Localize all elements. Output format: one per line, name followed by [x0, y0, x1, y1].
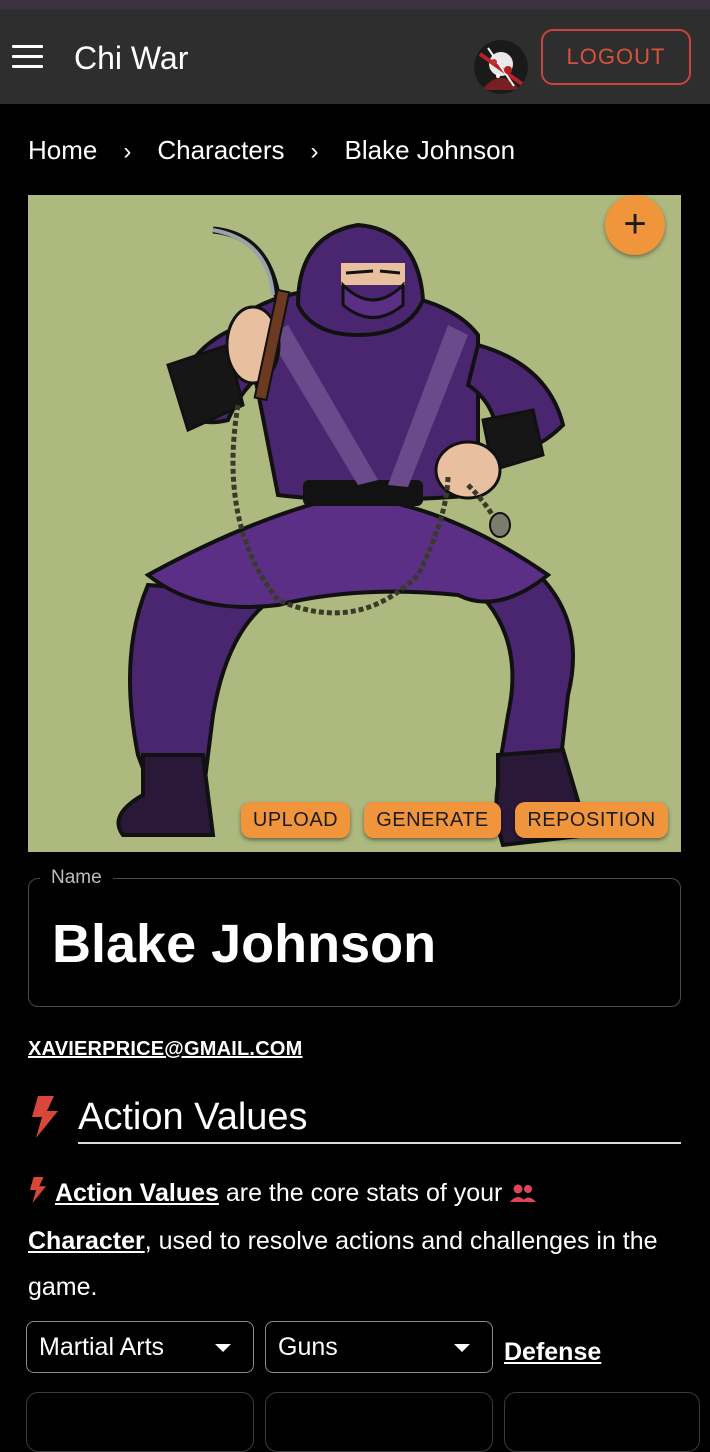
app-title: Chi War: [74, 40, 189, 76]
breadcrumb-characters[interactable]: Characters: [157, 135, 284, 165]
caret-down-icon: [215, 1344, 231, 1352]
action-value-card[interactable]: [265, 1392, 493, 1452]
action-value-card[interactable]: [504, 1392, 700, 1452]
defense-link[interactable]: Defense: [504, 1338, 601, 1367]
character-link[interactable]: Character: [28, 1227, 145, 1255]
description-text-1: are the core stats of your: [218, 1179, 510, 1207]
breadcrumb-current: Blake Johnson: [344, 135, 516, 165]
action-values-description: Action Values are the core stats of your…: [28, 1170, 688, 1310]
logout-button[interactable]: LOGOUT: [541, 29, 691, 85]
menu-icon[interactable]: [12, 45, 44, 69]
upload-button[interactable]: UPLOAD: [241, 802, 350, 838]
ninja-illustration: [116, 222, 591, 848]
caret-down-icon: [454, 1344, 470, 1352]
generate-button[interactable]: GENERATE: [364, 802, 501, 838]
top-strip: [0, 0, 710, 10]
app-bar: Chi War LOGOUT: [0, 10, 710, 104]
bolt-icon: [28, 1172, 48, 1218]
chevron-right-icon: ›: [123, 138, 132, 165]
secondary-attack-select[interactable]: Guns: [265, 1321, 493, 1373]
name-field-label: Name: [40, 866, 113, 890]
action-value-card[interactable]: [26, 1392, 254, 1452]
character-image: [28, 195, 681, 852]
breadcrumb: Home › Characters › Blake Johnson: [28, 132, 515, 168]
user-avatar[interactable]: [474, 40, 528, 94]
primary-attack-select[interactable]: Martial Arts: [26, 1321, 254, 1373]
secondary-attack-value: Guns: [278, 1333, 338, 1361]
section-title-action-values: Action Values: [78, 1094, 681, 1144]
primary-attack-value: Martial Arts: [39, 1333, 165, 1361]
name-field-value[interactable]: Blake Johnson: [52, 913, 436, 975]
breadcrumb-home[interactable]: Home: [28, 135, 97, 165]
add-image-button[interactable]: +: [605, 195, 665, 255]
bolt-icon: [30, 1096, 60, 1143]
reposition-button[interactable]: REPOSITION: [515, 802, 668, 838]
chevron-right-icon: ›: [310, 138, 319, 165]
owner-email-link[interactable]: XAVIERPRICE@GMAIL.COM: [28, 1038, 302, 1061]
action-values-link[interactable]: Action Values: [55, 1179, 219, 1207]
people-icon: [509, 1172, 537, 1218]
